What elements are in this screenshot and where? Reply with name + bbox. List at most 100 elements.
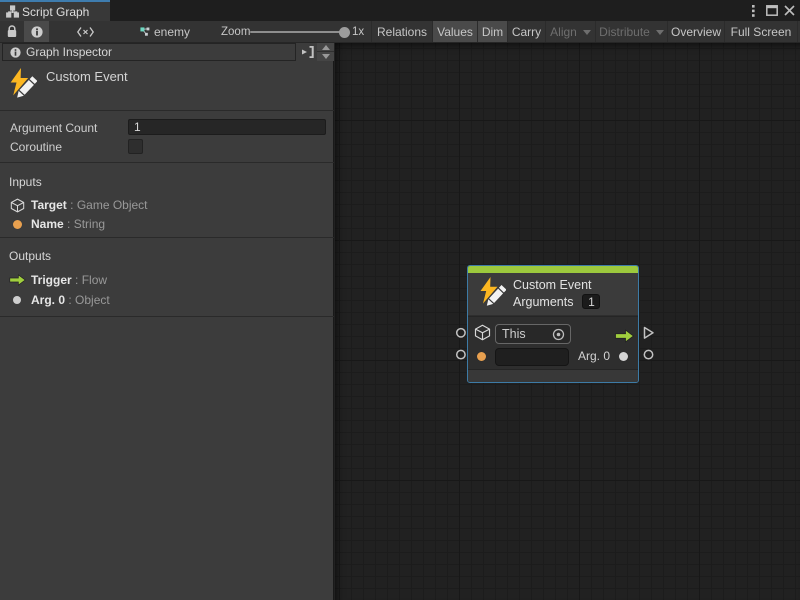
graph-canvas[interactable]: Custom Event Arguments 1 This: [335, 43, 800, 600]
object-picker-icon[interactable]: [552, 328, 565, 341]
arg0-label: Arg. 0: [578, 349, 610, 363]
tab-label: Script Graph: [22, 5, 89, 19]
divider: [0, 316, 334, 317]
port-type-name: Game Object: [77, 198, 148, 212]
dock-panel-icon[interactable]: [301, 46, 314, 58]
lock-icon: [6, 25, 18, 38]
cube-icon: [8, 196, 26, 214]
divider: [0, 162, 334, 163]
string-port-icon: [8, 215, 26, 233]
input-row-name: Name : String: [0, 215, 334, 233]
toolbar-button-overview[interactable]: Overview: [667, 21, 724, 42]
port-type: : Object: [65, 293, 110, 307]
graph-inspector-header[interactable]: Graph Inspector: [2, 43, 296, 61]
port-name-and-type: Target : Game Object: [31, 198, 148, 212]
port-name-and-type: Arg. 0 : Object: [31, 293, 110, 307]
button-label: Overview: [671, 25, 721, 39]
trigger-flow-port-icon[interactable]: [615, 329, 634, 343]
port-name: Arg. 0: [31, 293, 65, 307]
port-name: Name: [31, 217, 64, 231]
output-row-trigger: Trigger : Flow: [0, 271, 334, 289]
port-type-separator: :: [67, 198, 77, 212]
external-port-this-icon: [457, 329, 465, 337]
node-title: Custom Event: [513, 278, 592, 292]
title-bar: Script Graph: [0, 0, 800, 21]
divider: [0, 237, 334, 238]
graph-inspector-panel: Graph Inspector Custom Event Argument Co…: [0, 43, 334, 600]
port-name: Target: [31, 198, 67, 212]
script-graph-icon: [6, 5, 19, 18]
tab-script-graph[interactable]: Script Graph: [0, 0, 110, 21]
argument-count-field[interactable]: 1: [128, 119, 326, 135]
graph-reference[interactable]: enemy: [140, 21, 190, 42]
external-port-arg0-icon: [644, 350, 652, 358]
button-label: Distribute: [599, 25, 650, 39]
window-buttons: [747, 0, 800, 21]
port-name-and-type: Trigger : Flow: [31, 273, 107, 287]
button-label: Full Screen: [731, 25, 792, 39]
node-footer: [468, 369, 638, 382]
button-label: Values: [437, 25, 473, 39]
port-type: : Flow: [72, 273, 107, 287]
maximize-icon[interactable]: [765, 2, 778, 20]
kebab-menu-icon[interactable]: [747, 2, 760, 20]
arrow-up-icon: [322, 45, 330, 50]
code-preview-button[interactable]: [66, 21, 104, 42]
outputs-heading: Outputs: [9, 249, 51, 263]
object-port-icon: [8, 291, 26, 309]
arrow-down-icon: [322, 54, 330, 59]
toolbar-button-distribute[interactable]: Distribute: [595, 21, 667, 42]
input-row-target: Target : Game Object: [0, 196, 334, 214]
cube-icon: [474, 324, 491, 341]
port-type-name: Object: [75, 293, 110, 307]
dropdown-arrow-icon: [583, 30, 591, 35]
inspector-toggle-button[interactable]: [24, 21, 49, 42]
unity-script-graph-window: { "window": { "tab_label": "Script Graph…: [0, 0, 800, 600]
info-icon: [10, 47, 21, 58]
button-label: Relations: [377, 25, 427, 39]
node-arguments-row: Arguments 1: [513, 294, 600, 309]
toolbar-button-dim[interactable]: Dim: [477, 21, 507, 42]
arg0-object-port-icon[interactable]: [619, 352, 628, 361]
custom-event-node[interactable]: Custom Event Arguments 1 This: [467, 265, 639, 383]
zoom-label: Zoom: [221, 21, 250, 42]
graph-toolbar: enemy Zoom 1x Relations Values Dim Carry…: [0, 21, 800, 43]
arguments-count-field[interactable]: 1: [582, 294, 600, 309]
info-icon: [31, 26, 43, 38]
custom-event-icon: [478, 277, 506, 309]
toolbar-button-values[interactable]: Values: [432, 21, 477, 42]
arguments-label: Arguments: [513, 295, 573, 309]
port-type-separator: :: [65, 293, 75, 307]
node-header[interactable]: Custom Event Arguments 1: [468, 273, 638, 315]
zoom-slider-knob[interactable]: [339, 27, 350, 38]
toolbar-button-relations[interactable]: Relations: [371, 21, 432, 42]
scroll-down-button[interactable]: [317, 52, 334, 61]
graph-asset-icon: [140, 25, 150, 38]
port-type-name: String: [74, 217, 105, 231]
button-label: Dim: [482, 25, 503, 39]
panel-title: Graph Inspector: [26, 45, 112, 59]
this-field-value: This: [502, 327, 526, 341]
port-name: Trigger: [31, 273, 72, 287]
node-color-bar: [468, 266, 638, 273]
this-object-field[interactable]: This: [495, 324, 571, 344]
port-type-separator: :: [64, 217, 74, 231]
coroutine-checkbox[interactable]: [128, 139, 143, 154]
scroll-up-button[interactable]: [317, 43, 334, 52]
name-string-field[interactable]: [495, 348, 569, 366]
port-type: : String: [64, 217, 105, 231]
toolbar-button-carry[interactable]: Carry: [507, 21, 545, 42]
node-input-row-this: This: [468, 317, 638, 344]
inspector-unit-title: Custom Event: [46, 69, 128, 84]
toolbar-button-full-screen[interactable]: Full Screen: [724, 21, 798, 42]
zoom-slider[interactable]: [250, 31, 347, 33]
name-string-port-icon[interactable]: [477, 352, 486, 361]
lock-button[interactable]: [0, 21, 24, 42]
coroutine-label: Coroutine: [10, 140, 62, 154]
toolbar-button-align[interactable]: Align: [545, 21, 595, 42]
inputs-heading: Inputs: [9, 175, 42, 189]
output-row-arg0: Arg. 0 : Object: [0, 291, 334, 309]
close-icon[interactable]: [783, 2, 796, 20]
argument-count-label: Argument Count: [10, 121, 97, 135]
button-label: Align: [550, 25, 577, 39]
